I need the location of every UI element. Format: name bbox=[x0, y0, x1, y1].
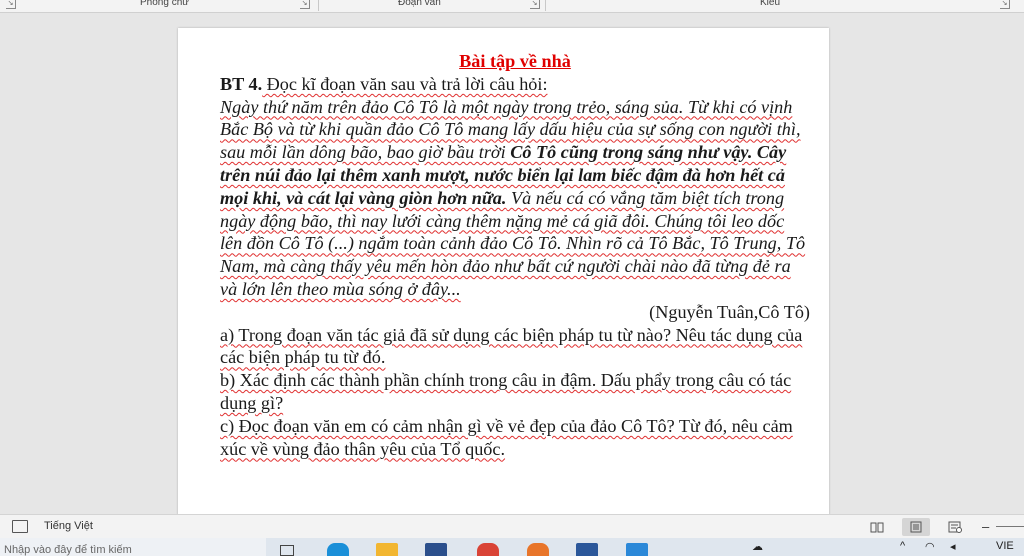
show-hidden-icons-icon[interactable]: ^ bbox=[900, 540, 905, 552]
dialog-launcher-icon[interactable]: ↘ bbox=[6, 0, 16, 9]
app-icon[interactable] bbox=[626, 543, 648, 556]
book-icon bbox=[870, 522, 884, 533]
task-view-icon[interactable] bbox=[280, 545, 294, 556]
exercise-label: BT 4. bbox=[220, 73, 263, 94]
passage-source: (Nguyễn Tuân,Cô Tô) bbox=[649, 301, 810, 322]
ribbon-group-font-label: Phông chữ bbox=[140, 0, 189, 8]
weather-icon[interactable]: ☁ bbox=[752, 540, 763, 553]
edge-icon[interactable] bbox=[327, 543, 349, 556]
font-dialog-launcher-icon[interactable]: ↘ bbox=[300, 0, 310, 9]
question-a: a) Trong đoạn văn tác giả đã sử dụng các… bbox=[220, 324, 803, 368]
document-page[interactable]: Bài tập về nhà BT 4. Đọc kĩ đoạn văn sau… bbox=[178, 28, 829, 515]
store-icon[interactable] bbox=[425, 543, 447, 556]
print-layout-button[interactable] bbox=[902, 518, 930, 536]
ribbon-separator bbox=[545, 0, 546, 11]
document-body[interactable]: Bài tập về nhà BT 4. Đọc kĩ đoạn văn sau… bbox=[220, 50, 810, 460]
volume-icon[interactable]: ◂ bbox=[950, 540, 956, 553]
ribbon-group-paragraph-label: Đoạn văn bbox=[398, 0, 441, 8]
zoom-slider-track[interactable] bbox=[996, 526, 1024, 527]
exercise-heading: BT 4. Đọc kĩ đoạn văn sau và trả lời câu… bbox=[220, 73, 810, 96]
read-mode-button[interactable] bbox=[863, 518, 891, 536]
taskbar: Nhập vào đây để tìm kiếm ☁ ^ ◠ ◂ VIE bbox=[0, 538, 1024, 556]
word-icon[interactable] bbox=[576, 543, 598, 556]
styles-dialog-launcher-icon[interactable]: ↘ bbox=[1000, 0, 1010, 9]
firefox-icon[interactable] bbox=[527, 543, 549, 556]
zoom-out-button[interactable]: – bbox=[982, 519, 989, 534]
document-title: Bài tập về nhà bbox=[459, 51, 571, 71]
web-layout-button[interactable] bbox=[941, 518, 969, 536]
ribbon-group-labels: ↘ Phông chữ ↘ Đoạn văn ↘ Kiểu ↘ bbox=[0, 0, 1024, 13]
question-b: b) Xác định các thành phần chính trong c… bbox=[220, 370, 792, 413]
ribbon-group-styles-label: Kiểu bbox=[760, 0, 781, 8]
ribbon-separator bbox=[318, 0, 319, 11]
passage: Ngày thứ năm trên đảo Cô Tô là một ngày … bbox=[220, 96, 810, 301]
status-bar: Tiếng Việt – bbox=[0, 514, 1024, 539]
proofing-icon[interactable] bbox=[12, 520, 28, 533]
page-layout-icon bbox=[910, 521, 922, 533]
language-indicator[interactable]: Tiếng Việt bbox=[44, 520, 93, 532]
input-language-indicator[interactable]: VIE bbox=[996, 540, 1014, 552]
chrome-icon[interactable] bbox=[477, 543, 499, 556]
exercise-prompt: Đọc kĩ đoạn văn sau và trả lời câu hỏi: bbox=[262, 73, 548, 94]
paragraph-dialog-launcher-icon[interactable]: ↘ bbox=[530, 0, 540, 9]
web-layout-icon bbox=[948, 521, 962, 533]
question-c: c) Đọc đoạn văn em có cảm nhận gì về vẻ … bbox=[220, 415, 793, 459]
taskbar-search-box[interactable]: Nhập vào đây để tìm kiếm bbox=[0, 538, 266, 556]
file-explorer-icon[interactable] bbox=[376, 543, 398, 556]
network-icon[interactable]: ◠ bbox=[925, 540, 935, 553]
